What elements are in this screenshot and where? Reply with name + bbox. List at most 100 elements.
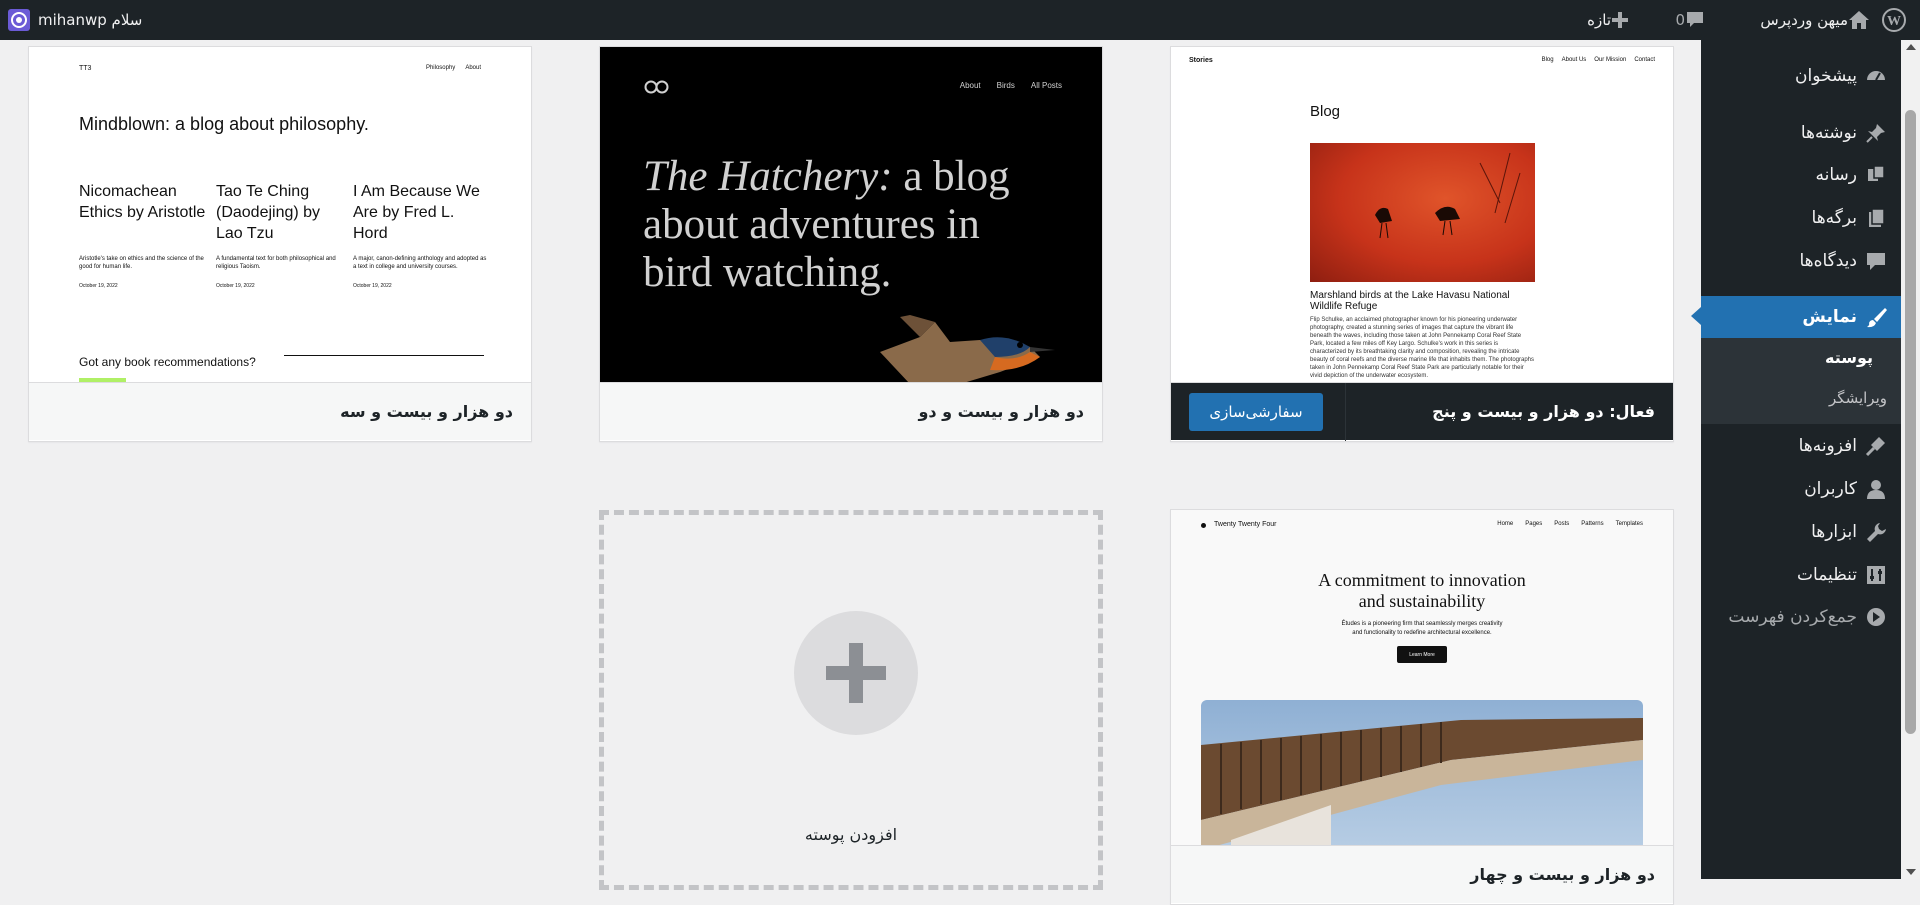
menu-label: جمع‌کردن فهرست xyxy=(1728,607,1857,627)
comments-count: 0 xyxy=(1675,11,1685,29)
appearance-submenu: پوسته ویرایشگر xyxy=(1701,338,1901,424)
preview-post-excerpt: Aristotle's take on ethics and the scien… xyxy=(79,256,204,270)
comments-icon xyxy=(1865,250,1887,272)
submenu-editor[interactable]: ویرایشگر xyxy=(1829,389,1887,407)
site-name-menu[interactable]: میهن وردپرس xyxy=(1752,0,1870,40)
menu-pages[interactable]: برگه‌ها xyxy=(1701,198,1901,238)
avatar xyxy=(8,9,30,31)
svg-text:W: W xyxy=(1887,14,1901,29)
collapse-icon xyxy=(1865,606,1887,628)
menu-label: برگه‌ها xyxy=(1811,208,1857,228)
theme-name: فعال: دو هزار و بیست و پنج xyxy=(1432,402,1655,421)
greeting: سلام mihanwp xyxy=(38,11,143,29)
preview-nav-item: Blog xyxy=(1541,57,1554,63)
plugins-icon xyxy=(1865,435,1887,457)
plus-icon xyxy=(1611,11,1629,29)
add-new-theme-card[interactable]: افزودن پوسته xyxy=(599,510,1103,890)
preview-post-title: I Am Because We Are by Fred L. Hord xyxy=(353,183,480,242)
preview-nav-item: Home xyxy=(1497,521,1514,527)
menu-users[interactable]: کاربران xyxy=(1701,469,1901,509)
theme-name: دو هزار و بیست و چهار xyxy=(1470,865,1655,884)
theme-card-tt4[interactable]: Twenty Twenty Four Home Pages Posts Patt… xyxy=(1170,509,1674,905)
theme-name-bar: دو هزار و بیست و دو xyxy=(600,382,1102,440)
menu-label: دیدگاه‌ها xyxy=(1799,251,1857,271)
preview-site-title: Twenty Twenty Four xyxy=(1214,521,1277,528)
preview-footer-text: Got any book recommendations? xyxy=(79,355,256,369)
menu-plugins[interactable]: افزونه‌ها xyxy=(1701,426,1901,466)
menu-posts[interactable]: نوشته‌ها xyxy=(1701,113,1901,153)
scrollbar-thumb[interactable] xyxy=(1905,110,1916,734)
scroll-down-arrow[interactable] xyxy=(1906,869,1916,875)
preview-building-image xyxy=(1201,700,1643,845)
menu-dashboard[interactable]: پیشخوان xyxy=(1701,56,1901,96)
preview-headline: Mindblown: a blog about philosophy. xyxy=(79,114,369,134)
dashboard-icon xyxy=(1865,65,1887,87)
menu-label: کاربران xyxy=(1804,479,1857,499)
preview-logo-dot xyxy=(1201,523,1206,528)
theme-card-tt2[interactable]: About Birds All Posts The Hatchery: a bl… xyxy=(599,46,1103,442)
menu-label: رسانه xyxy=(1815,165,1857,185)
site-name: میهن وردپرس xyxy=(1760,11,1848,29)
preview-nav-item: Contact xyxy=(1634,57,1655,63)
collapse-menu-button[interactable]: جمع‌کردن فهرست xyxy=(1701,597,1901,637)
active-label: فعال: xyxy=(1609,402,1655,421)
customize-button[interactable]: سفارشی‌سازی xyxy=(1189,393,1323,431)
appearance-brush-icon xyxy=(1865,306,1887,328)
theme-card-tt5-active[interactable]: Stories Blog About Us Our Mission Contac… xyxy=(1170,46,1674,442)
theme-name-bar: دو هزار و بیست و سه xyxy=(29,382,531,440)
divider xyxy=(1345,383,1346,441)
preview-nav-item: Patterns xyxy=(1581,521,1604,527)
wordpress-logo-icon[interactable]: W xyxy=(1876,0,1912,40)
menu-label: تنظیمات xyxy=(1797,565,1857,585)
preview-bird-image xyxy=(880,312,1060,382)
menu-label: افزونه‌ها xyxy=(1798,436,1857,456)
preview-nav-item: Birds xyxy=(996,81,1015,90)
admin-bar: W میهن وردپرس 0 تازه سلام mihanwp xyxy=(0,0,1920,40)
preview-post-excerpt: A fundamental text for both philosophica… xyxy=(216,256,336,270)
menu-settings[interactable]: تنظیمات xyxy=(1701,555,1901,595)
preview-heading: Blog xyxy=(1310,103,1341,120)
preview-logo: TT3 xyxy=(79,65,92,72)
scroll-up-arrow[interactable] xyxy=(1906,44,1916,50)
preview-learn-more-button: Learn More xyxy=(1397,646,1447,663)
comments-menu[interactable]: 0 xyxy=(1667,0,1705,40)
pin-icon xyxy=(1865,122,1887,144)
menu-media[interactable]: رسانه xyxy=(1701,155,1901,195)
admin-sidebar: پیشخوان نوشته‌ها رسانه برگه‌ها دیدگاه‌ها… xyxy=(1691,40,1901,879)
preview-nav-item: Pages xyxy=(1525,521,1543,527)
page-scrollbar[interactable] xyxy=(1901,40,1920,879)
preview-post-excerpt: Flip Schulke, an acclaimed photographer … xyxy=(1310,317,1535,379)
preview-post-date: October 19, 2022 xyxy=(353,283,392,289)
menu-tools[interactable]: ابزارها xyxy=(1701,512,1901,552)
preview-headline: A commitment to innovation and sustainab… xyxy=(1318,570,1526,611)
menu-label: پیشخوان xyxy=(1795,66,1857,86)
theme-screenshot: About Birds All Posts The Hatchery: a bl… xyxy=(600,47,1102,382)
theme-screenshot: TT3 Philosophy About Mindblown: a blog a… xyxy=(29,47,531,382)
preview-nav-item: Templates xyxy=(1615,521,1643,527)
new-content-menu[interactable]: تازه xyxy=(1579,0,1629,40)
preview-post-title: Marshland birds at the Lake Havasu Natio… xyxy=(1310,290,1510,312)
preview-logo-icon xyxy=(643,79,671,98)
new-label: تازه xyxy=(1587,11,1611,29)
menu-label: نمایش xyxy=(1802,307,1857,327)
tools-icon xyxy=(1865,521,1887,543)
preview-nav-item: About Us xyxy=(1561,57,1587,63)
preview-post-excerpt: A major, canon-defining anthology and ad… xyxy=(353,256,487,270)
preview-site-title: Stories xyxy=(1189,57,1213,64)
my-account-menu[interactable]: سلام mihanwp xyxy=(8,0,142,40)
preview-nav-item: All Posts xyxy=(1030,81,1062,90)
current-indicator xyxy=(1691,307,1701,325)
theme-screenshot: Twenty Twenty Four Home Pages Posts Patt… xyxy=(1171,510,1673,845)
comment-icon xyxy=(1685,10,1705,30)
preview-subtext: Études is a pioneering firm that seamles… xyxy=(1341,621,1503,636)
submenu-themes[interactable]: پوسته xyxy=(1825,348,1873,367)
preview-post-image xyxy=(1310,143,1535,282)
menu-comments[interactable]: دیدگاه‌ها xyxy=(1701,241,1901,281)
menu-appearance[interactable]: نمایش xyxy=(1691,296,1901,338)
theme-card-tt3[interactable]: TT3 Philosophy About Mindblown: a blog a… xyxy=(28,46,532,442)
preview-nav-item: Philosophy xyxy=(425,65,456,71)
theme-name: دو هزار و بیست و سه xyxy=(340,402,513,421)
preview-nav-item: About xyxy=(959,81,981,90)
media-icon xyxy=(1865,164,1887,186)
add-theme-label: افزودن پوسته xyxy=(804,825,898,844)
